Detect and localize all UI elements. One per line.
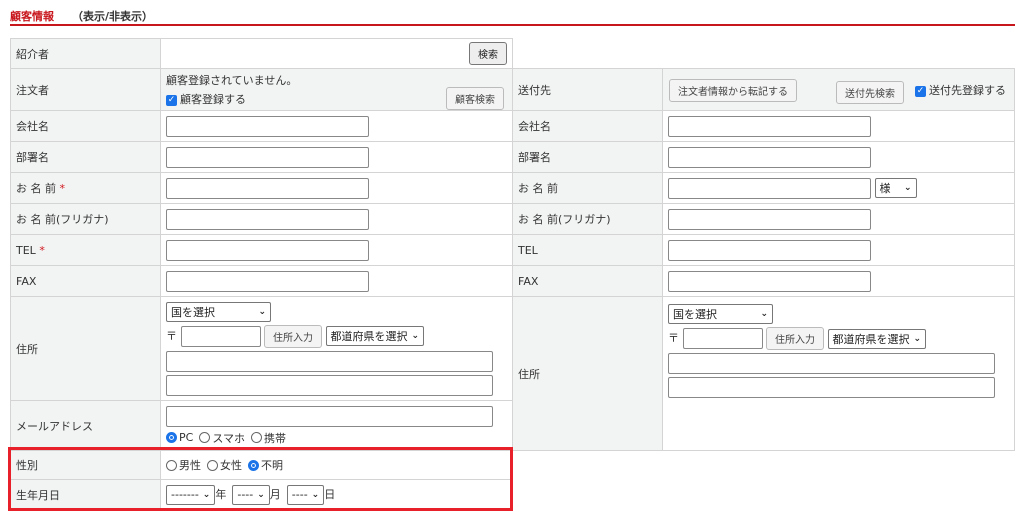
birth-year-select[interactable]: ------- ⌄ (166, 484, 216, 505)
required-mark: * (59, 182, 66, 195)
ship-address-line2-input[interactable] (668, 377, 995, 398)
ship-name-label: お 名 前 (512, 172, 663, 204)
ship-zip-input[interactable] (682, 328, 763, 349)
name-input[interactable] (166, 177, 369, 199)
kana-label: お 名 前(フリガナ) (10, 203, 161, 235)
email-type-pc-radio[interactable] (166, 432, 177, 443)
register-customer-checkbox[interactable]: ✓ (166, 94, 177, 106)
copy-from-orderer-button[interactable]: 注文者情報から転記する (669, 79, 797, 102)
email-type-smartphone-radio[interactable] (199, 432, 211, 443)
gender-female-radio[interactable] (207, 459, 218, 471)
email-type-mobile-radio[interactable] (251, 432, 262, 443)
ship-address-fill-button[interactable]: 住所入力 (766, 327, 824, 350)
tel-label: TEL * (10, 234, 161, 266)
ship-dept-input[interactable] (668, 146, 871, 168)
gender-male-radio[interactable] (166, 459, 177, 471)
zip-mark: 〒 (166, 329, 177, 342)
honorific-select[interactable]: 様 ⌄ (874, 178, 917, 198)
toggle-visibility-link[interactable]: （表示/非表示） (72, 10, 153, 23)
ship-search-button[interactable]: 送付先検索 (836, 81, 904, 104)
ship-address-label: 住所 (512, 296, 663, 451)
header-divider (10, 24, 1015, 26)
section-header: 顧客情報 （表示/非表示） (10, 8, 153, 24)
birth-day-select[interactable]: ---- ⌄ (286, 484, 325, 505)
ship-country-select[interactable]: 国を選択 ⌄ (668, 304, 773, 324)
address-fill-button[interactable]: 住所入力 (264, 324, 322, 348)
email-label: メールアドレス (10, 400, 161, 451)
ship-fax-input[interactable] (668, 270, 871, 292)
chevron-down-icon: ⌄ (202, 489, 211, 500)
section-title: 顧客情報 (10, 10, 54, 23)
ship-address-line1-input[interactable] (668, 353, 995, 374)
chevron-down-icon: ⌄ (913, 333, 922, 344)
zip-mark: 〒 (668, 331, 679, 345)
ship-kana-input[interactable] (668, 208, 871, 230)
country-select[interactable]: 国を選択 ⌄ (166, 301, 271, 322)
chevron-down-icon: ⌄ (258, 306, 266, 317)
orderer-table: 紹介者 検索 注文者 顧客登録されていません。 ✓ 顧客登録する 顧客検索 会社名 … (10, 38, 513, 510)
register-customer-label: 顧客登録する (180, 93, 246, 106)
company-input[interactable] (166, 115, 369, 137)
orderer-status: 顧客登録されていません。 (166, 74, 298, 87)
fax-input[interactable] (166, 270, 369, 292)
chevron-down-icon: ⌄ (760, 309, 768, 319)
ship-prefecture-select[interactable]: 都道府県を選択 ⌄ (827, 328, 927, 349)
gender-label: 性別 (10, 450, 161, 480)
ship-company-label: 会社名 (512, 110, 663, 142)
zip-input[interactable] (180, 325, 261, 347)
ship-dept-label: 部署名 (512, 141, 663, 173)
ship-kana-label: お 名 前(フリガナ) (512, 203, 663, 235)
ship-fax-label: FAX (512, 265, 663, 297)
required-mark: * (39, 243, 45, 257)
name-label: お 名 前 * (10, 172, 161, 204)
dept-input[interactable] (166, 146, 369, 168)
ship-company-input[interactable] (668, 115, 871, 137)
shipping-table: 送付先 注文者情報から転記する 送付先検索 ✓ 送付先登録する 会社名 部署名 お… (512, 68, 1015, 451)
ship-tel-input[interactable] (668, 239, 871, 261)
customer-search-button[interactable]: 顧客検索 (446, 87, 504, 110)
referrer-search-button[interactable]: 検索 (469, 42, 507, 65)
dept-label: 部署名 (10, 141, 161, 173)
tel-input[interactable] (166, 239, 369, 261)
referrer-label: 紹介者 (10, 38, 161, 69)
ship-label: 送付先 (512, 68, 663, 111)
company-label: 会社名 (10, 110, 161, 142)
ship-name-input[interactable] (668, 177, 871, 199)
chevron-down-icon: ⌄ (411, 331, 420, 341)
email-input[interactable] (166, 405, 493, 427)
birthdate-label: 生年月日 (10, 479, 161, 510)
chevron-down-icon: ⌄ (257, 489, 265, 500)
prefecture-select[interactable]: 都道府県を選択 ⌄ (325, 326, 425, 346)
kana-input[interactable] (166, 208, 369, 230)
register-ship-checkbox[interactable]: ✓ (915, 85, 926, 97)
chevron-down-icon: ⌄ (903, 183, 912, 193)
fax-label: FAX (10, 265, 161, 297)
ship-tel-label: TEL (512, 234, 663, 266)
address-line1-input[interactable] (166, 350, 493, 372)
orderer-label: 注文者 (10, 68, 161, 111)
address-line2-input[interactable] (166, 374, 493, 396)
address-label: 住所 (10, 296, 161, 401)
chevron-down-icon: ⌄ (311, 489, 320, 500)
register-ship-label: 送付先登録する (929, 84, 1006, 97)
gender-unknown-radio[interactable] (248, 459, 259, 471)
birth-month-select[interactable]: ---- ⌄ (232, 484, 270, 505)
